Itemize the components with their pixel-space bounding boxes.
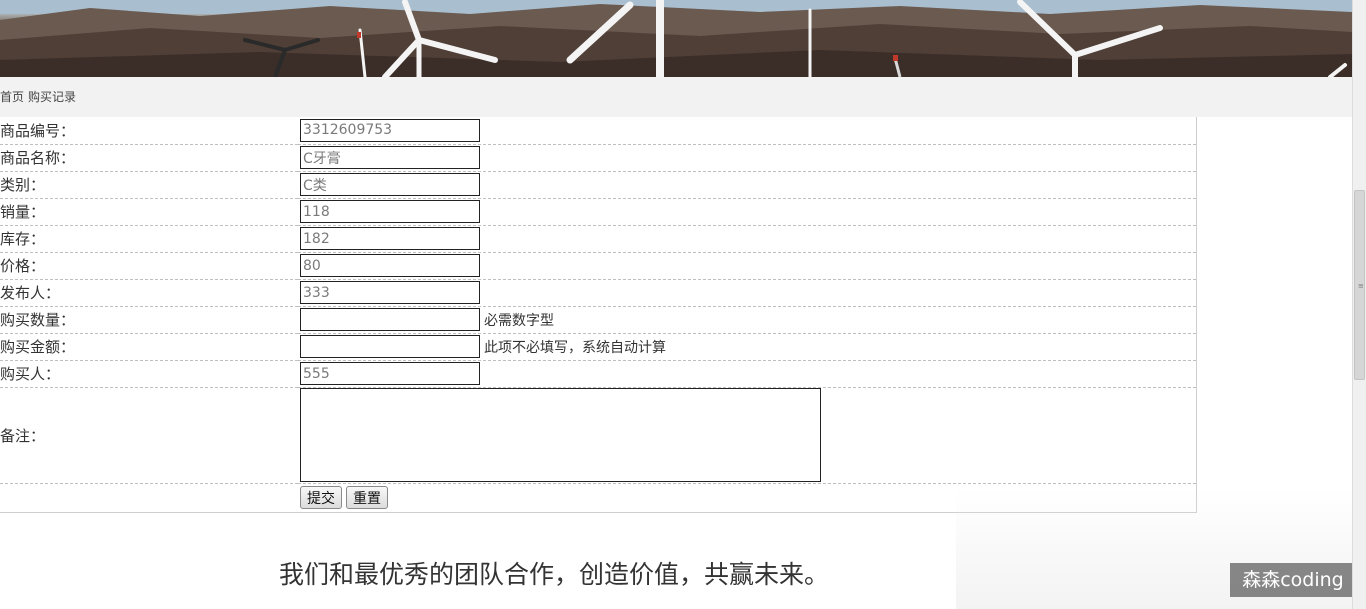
- price-label: 价格：: [0, 252, 298, 280]
- amount-hint: 此项不必填写，系统自动计算: [484, 339, 666, 356]
- sales-label: 销量：: [0, 198, 298, 226]
- submit-button[interactable]: 提交: [300, 486, 342, 509]
- form-row-product-name: 商品名称：: [0, 144, 1197, 172]
- purchase-form: 商品编号： 商品名称： 类别： 销量： 库存： 价格： 发布人： 购买数量： 必…: [0, 117, 1197, 513]
- category-label: 类别：: [0, 171, 298, 199]
- form-row-price: 价格：: [0, 252, 1197, 280]
- notes-label: 备注：: [0, 387, 298, 484]
- stock-input[interactable]: [300, 227, 480, 250]
- product-name-input[interactable]: [300, 146, 480, 169]
- form-row-notes: 备注：: [0, 387, 1197, 484]
- quantity-hint: 必需数字型: [484, 312, 554, 329]
- publisher-label: 发布人：: [0, 279, 298, 307]
- buyer-input[interactable]: [300, 362, 480, 385]
- form-row-quantity: 购买数量： 必需数字型: [0, 306, 1197, 334]
- form-row-product-id: 商品编号：: [0, 117, 1197, 145]
- quantity-input[interactable]: [300, 308, 480, 331]
- reset-button[interactable]: 重置: [346, 486, 388, 509]
- footer-slogan: 我们和最优秀的团队合作，创造价值，共赢未来。: [279, 560, 830, 589]
- breadcrumb-current: 购买记录: [28, 90, 77, 104]
- grip-icon: ≡: [1358, 282, 1364, 290]
- vertical-scrollbar[interactable]: ≡: [1352, 0, 1366, 609]
- breadcrumb-home-link[interactable]: 首页: [0, 90, 24, 104]
- quantity-label: 购买数量：: [0, 306, 298, 334]
- category-input[interactable]: [300, 173, 480, 196]
- buyer-label: 购买人：: [0, 360, 298, 388]
- form-row-category: 类别：: [0, 171, 1197, 199]
- product-id-input[interactable]: [300, 118, 480, 142]
- header-banner-image: [0, 0, 1352, 77]
- price-input[interactable]: [300, 254, 480, 277]
- product-id-label: 商品编号：: [0, 117, 298, 145]
- form-row-stock: 库存：: [0, 225, 1197, 253]
- amount-label: 购买金额：: [0, 333, 298, 361]
- watermark-badge: 森森coding: [1230, 563, 1356, 597]
- publisher-input[interactable]: [300, 281, 480, 304]
- form-row-amount: 购买金额： 此项不必填写，系统自动计算: [0, 333, 1197, 361]
- form-row-sales: 销量：: [0, 198, 1197, 226]
- stock-label: 库存：: [0, 225, 298, 253]
- form-row-buyer: 购买人：: [0, 360, 1197, 388]
- amount-input[interactable]: [300, 335, 480, 358]
- sales-input[interactable]: [300, 200, 480, 223]
- scrollbar-thumb[interactable]: ≡: [1354, 190, 1365, 380]
- form-row-publisher: 发布人：: [0, 279, 1197, 307]
- breadcrumb: 首页 购买记录: [0, 77, 1352, 117]
- notes-textarea[interactable]: [300, 388, 821, 482]
- product-name-label: 商品名称：: [0, 144, 298, 172]
